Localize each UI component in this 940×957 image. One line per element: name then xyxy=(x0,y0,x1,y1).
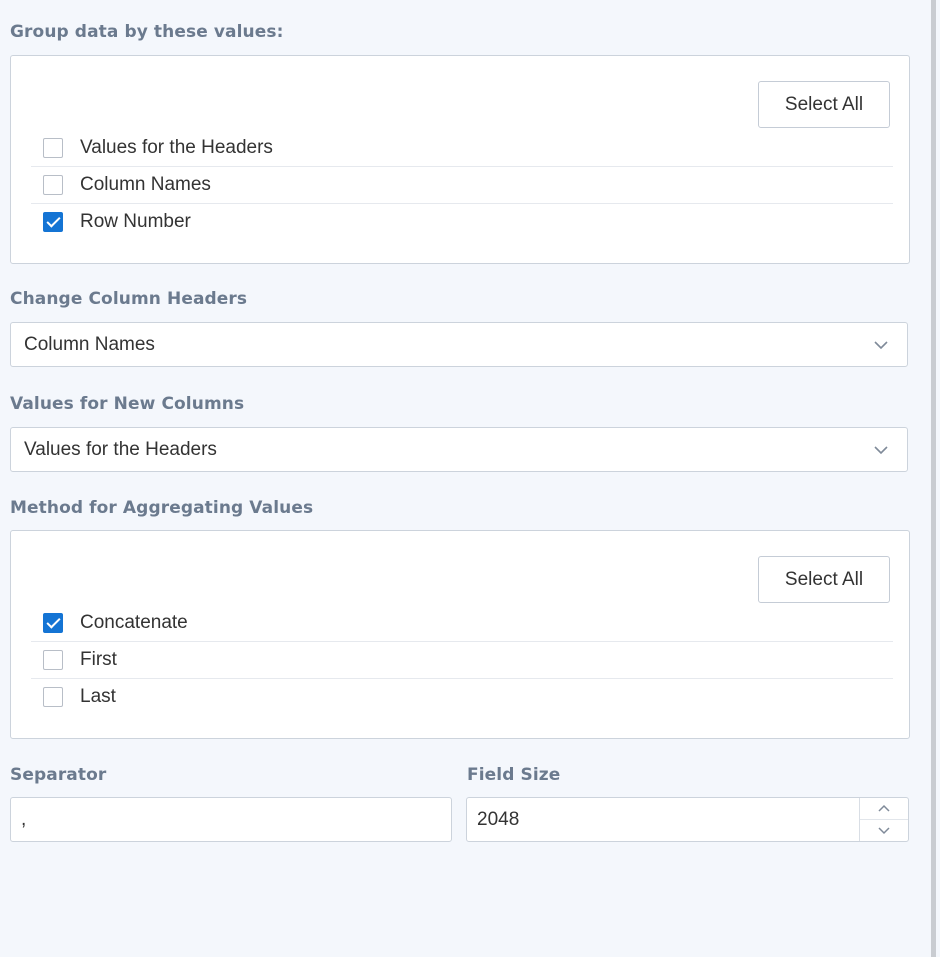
aggregate-label: Method for Aggregating Values xyxy=(10,498,314,518)
checkbox[interactable] xyxy=(43,212,63,232)
group-option-column-names[interactable]: Column Names xyxy=(31,167,893,204)
column-headers-label: Change Column Headers xyxy=(10,289,248,309)
field-size-spinner xyxy=(859,798,908,841)
group-option-values-for-headers[interactable]: Values for the Headers xyxy=(31,130,893,167)
checkbox-label: Values for the Headers xyxy=(80,137,273,158)
checkbox[interactable] xyxy=(43,613,63,633)
group-data-panel: Select All Values for the Headers Column… xyxy=(10,55,910,264)
aggregate-checkbox-list: Concatenate First Last xyxy=(31,605,893,715)
column-headers-dropdown[interactable]: Column Names xyxy=(10,322,908,367)
aggregate-select-all-button[interactable]: Select All xyxy=(758,556,890,603)
group-data-label: Group data by these values: xyxy=(10,22,284,42)
separator-label: Separator xyxy=(10,765,107,785)
field-size-label: Field Size xyxy=(467,765,561,785)
field-size-value: 2048 xyxy=(477,808,520,830)
chevron-up-icon xyxy=(878,804,890,812)
checkbox-label: Row Number xyxy=(80,211,191,232)
chevron-down-icon xyxy=(878,827,890,835)
checkbox[interactable] xyxy=(43,175,63,195)
checkbox-label: Last xyxy=(80,686,116,707)
separator-value: , xyxy=(21,808,27,830)
new-columns-label: Values for New Columns xyxy=(10,394,245,414)
checkbox-label: First xyxy=(80,649,117,670)
checkbox[interactable] xyxy=(43,687,63,707)
spin-down-button[interactable] xyxy=(860,820,908,841)
aggregate-option-concatenate[interactable]: Concatenate xyxy=(31,605,893,642)
checkbox[interactable] xyxy=(43,138,63,158)
aggregate-option-last[interactable]: Last xyxy=(31,679,893,715)
spin-up-button[interactable] xyxy=(860,798,908,820)
separator-input[interactable]: , xyxy=(10,797,452,842)
group-select-all-button[interactable]: Select All xyxy=(758,81,890,128)
checkbox-label: Concatenate xyxy=(80,612,188,633)
dropdown-value: Column Names xyxy=(24,333,155,355)
group-checkbox-list: Values for the Headers Column Names Row … xyxy=(31,130,893,240)
field-size-input[interactable]: 2048 xyxy=(466,797,909,842)
new-columns-dropdown[interactable]: Values for the Headers xyxy=(10,427,908,472)
scrollbar-gap xyxy=(936,0,940,957)
chevron-down-icon xyxy=(874,340,888,349)
checkbox-label: Column Names xyxy=(80,174,211,195)
aggregate-panel: Select All Concatenate First Last xyxy=(10,530,910,739)
aggregate-option-first[interactable]: First xyxy=(31,642,893,679)
checkbox[interactable] xyxy=(43,650,63,670)
dropdown-value: Values for the Headers xyxy=(24,438,217,460)
chevron-down-icon xyxy=(874,445,888,454)
group-option-row-number[interactable]: Row Number xyxy=(31,204,893,240)
